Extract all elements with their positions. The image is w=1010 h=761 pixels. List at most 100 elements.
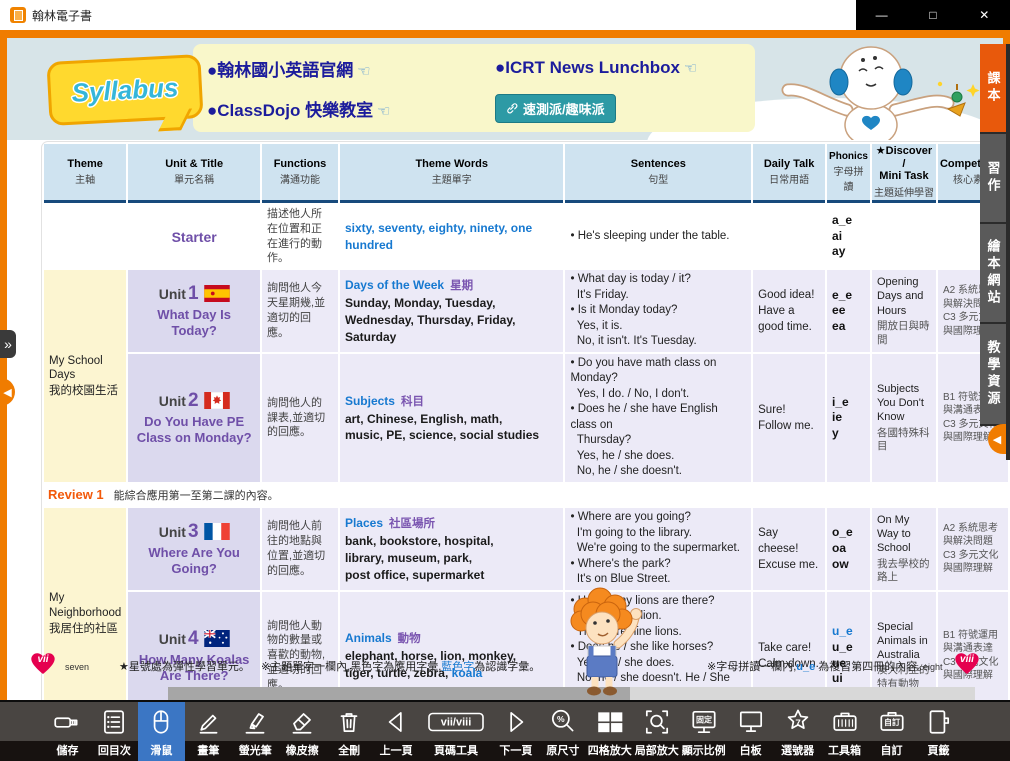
tool-label: 全刪 — [338, 741, 360, 761]
link-icon — [506, 102, 518, 114]
tool-label: 四格放大 — [588, 741, 632, 761]
highlighter-icon — [240, 702, 270, 741]
page-word-left: seven — [65, 662, 89, 672]
page-footer: vii seven ★星號處為彈性學習單元。 ※主題單字一欄內,黑色字為應用字彙… — [7, 648, 1003, 684]
link-hanlin-english-site[interactable]: ●翰林國小英語官網☜ — [207, 56, 495, 81]
tool-toolbox[interactable]: 工具箱 — [821, 702, 868, 761]
tool-page-indicator[interactable]: vii/viii 頁碼工具 — [420, 702, 493, 761]
tool-pen[interactable]: 畫筆 — [185, 702, 232, 761]
tool-mouse[interactable]: 滑鼠 — [138, 702, 185, 761]
australia-flag-icon — [201, 631, 230, 648]
ebook-app-window: 翰林電子書 — □ ✕ Syllabus ●翰林國小英語官網☜ ●ICRT Ne… — [0, 0, 1010, 761]
functions-cell: 詢問他人前往的地點與位置,並適切的回應。 — [262, 508, 338, 590]
theme-cell: My Neighborhood我居住的社區 — [44, 508, 126, 720]
sentences-cell: • He's sleeping under the table. — [565, 205, 751, 268]
col-header-sentences: Sentences句型 — [565, 144, 751, 203]
left-panel-toggle[interactable]: » — [0, 330, 16, 358]
svg-text:%: % — [557, 714, 565, 724]
tool-original-size[interactable]: %原尺寸 — [539, 702, 586, 761]
tab-teaching-resources[interactable]: 教學資源 — [980, 324, 1006, 426]
theme-words-cell: Subjects科目 art, Chinese, English, math, … — [340, 354, 564, 482]
close-button[interactable]: ✕ — [964, 8, 1004, 22]
tool-display-ratio[interactable]: 固定顯示比例 — [680, 702, 727, 761]
footnote-right: ※字母拼讀一欄內,u_e 為複習第四冊的內容。 — [707, 658, 928, 674]
tool-label: 回目次 — [98, 741, 131, 761]
functions-cell: 詢問他人今天星期幾,並適切的回應。 — [262, 270, 338, 352]
tab-textbook[interactable]: 課本 — [980, 44, 1006, 134]
mouse-icon — [146, 702, 176, 741]
theme-words-cell: Places社區場所 bank, bookstore, hospital, li… — [340, 508, 564, 590]
tab-workbook[interactable]: 習作 — [980, 134, 1006, 224]
spain-flag-icon — [201, 286, 230, 303]
page-number-heart-right: viii — [951, 648, 983, 676]
discover-cell: On My Way to School我去學校的路上 — [872, 508, 936, 590]
minimize-button[interactable]: — — [862, 8, 902, 22]
frame-top — [0, 30, 1010, 38]
table-row-unit2: Unit2 Do You Have PE Class on Monday? 詢問… — [44, 354, 1008, 482]
header-links-box: ●翰林國小英語官網☜ ●ICRT News Lunchbox☜ ●ClassDo… — [193, 44, 755, 132]
canada-flag-icon — [201, 393, 230, 410]
theme-cell: My School Days我的校園生活 — [44, 270, 126, 482]
table-row-unit1: My School Days我的校園生活 Unit1 What Day Is T… — [44, 270, 1008, 352]
next-icon — [501, 702, 531, 741]
quiz-link-button[interactable]: 速測派/趣味派 — [495, 94, 616, 123]
competency-cell: A2 系統思考與解決問題 C3 多元文化與國際理解 — [938, 508, 1008, 590]
tool-label: 頁籤 — [927, 741, 949, 761]
window-controls: — □ ✕ — [856, 0, 1010, 30]
page-tab-icon — [923, 702, 953, 741]
svg-text:自訂: 自訂 — [883, 717, 899, 727]
link-icrt-news-lunchbox[interactable]: ●ICRT News Lunchbox☜ — [495, 58, 755, 78]
tool-delete-all[interactable]: 全刪 — [326, 702, 373, 761]
page-number-heart-left: vii — [27, 648, 59, 676]
tool-region-zoom[interactable]: 局部放大 — [633, 702, 680, 761]
display-ratio-icon: 固定 — [689, 702, 719, 741]
tool-label: 頁碼工具 — [434, 741, 478, 761]
maximize-button[interactable]: □ — [913, 8, 953, 22]
tool-highlighter[interactable]: 螢光筆 — [232, 702, 279, 761]
page-indicator-icon: vii/viii — [427, 702, 485, 741]
syllabus-logo: Syllabus — [46, 54, 203, 126]
table-header-row: Theme主軸 Unit & Title單元名稱 Functions溝通功能 T… — [44, 144, 1008, 203]
tab-picturebook-site[interactable]: 繪本網站 — [980, 224, 1006, 324]
tool-label: 選號器 — [781, 741, 814, 761]
prev-icon — [381, 702, 411, 741]
france-flag-icon — [201, 524, 230, 541]
link-classdojo[interactable]: ●ClassDojo 快樂教室☜ — [207, 96, 495, 121]
col-header-daily-talk: Daily Talk日常用語 — [753, 144, 825, 203]
svg-text:7: 7 — [795, 717, 800, 728]
frame-left — [0, 38, 7, 700]
tool-whiteboard[interactable]: 白板 — [727, 702, 774, 761]
tool-number-picker[interactable]: 7 選號器 — [774, 702, 821, 761]
svg-text:vii/viii: vii/viii — [441, 716, 472, 728]
toolbox-icon — [830, 702, 860, 741]
whiteboard-icon — [736, 702, 766, 741]
tool-label: 上一頁 — [380, 741, 413, 761]
tool-label: 工具箱 — [828, 741, 861, 761]
theme-words-cell: Days of the Week星期 Sunday, Monday, Tuesd… — [340, 270, 564, 352]
region-zoom-icon — [642, 702, 672, 741]
tool-next-page[interactable]: 下一頁 — [492, 702, 539, 761]
star-number-icon: 7 — [783, 702, 813, 741]
tool-label: 儲存 — [56, 741, 78, 761]
phonics-cell: e_e ee ea — [827, 270, 870, 352]
tool-save[interactable]: 儲存 — [44, 702, 91, 761]
horizontal-scrollbar-track[interactable] — [630, 687, 975, 700]
discover-cell — [872, 205, 936, 268]
review-cell: Review 1能綜合應用第一至第二課的內容。 — [44, 484, 1008, 506]
tool-prev-page[interactable]: 上一頁 — [373, 702, 420, 761]
tool-eraser[interactable]: 橡皮擦 — [279, 702, 326, 761]
quiz-button-label: 速測派/趣味派 — [523, 99, 605, 118]
tool-label: 滑鼠 — [150, 741, 172, 761]
hand-pointer-icon: ☜ — [377, 103, 390, 120]
hand-pointer-icon: ☜ — [357, 63, 370, 80]
tool-custom[interactable]: 自訂自訂 — [868, 702, 915, 761]
tool-toc[interactable]: 回目次 — [91, 702, 138, 761]
tool-four-grid-zoom[interactable]: 四格放大 — [586, 702, 633, 761]
tool-label: 自訂 — [881, 741, 903, 761]
table-row-review1: Review 1能綜合應用第一至第二課的內容。 — [44, 484, 1008, 506]
tool-page-tabs[interactable]: 頁籤 — [915, 702, 962, 761]
col-header-theme-words: Theme Words主題單字 — [340, 144, 564, 203]
discover-cell: Opening Days and Hours開放日與時間 — [872, 270, 936, 352]
daily-talk-cell — [753, 205, 825, 268]
tool-label: 螢光筆 — [239, 741, 272, 761]
